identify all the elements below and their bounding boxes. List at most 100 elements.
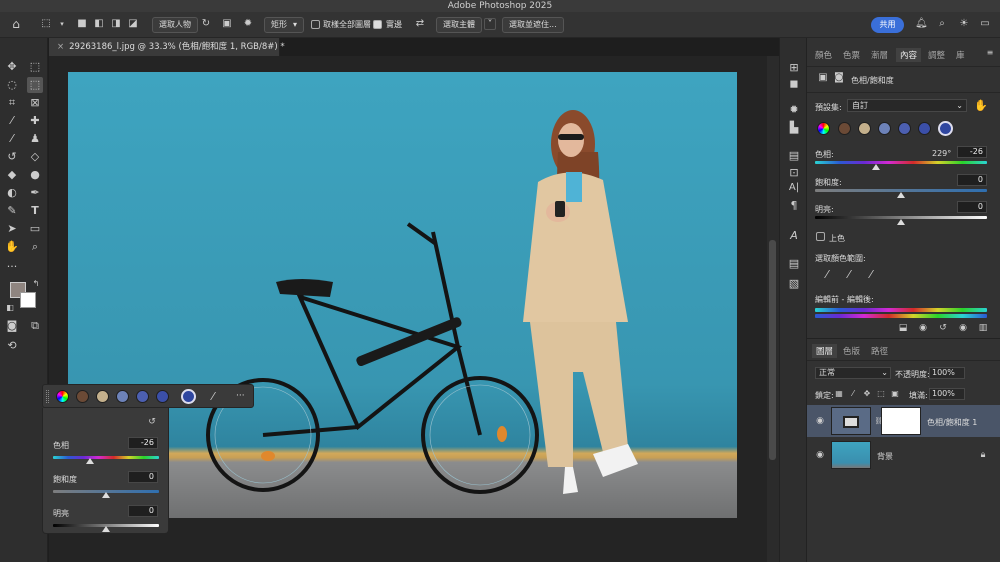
pen-tool-icon[interactable]: ✎ — [4, 203, 20, 219]
preset-swatch-selected[interactable] — [181, 389, 196, 404]
default-colors-icon[interactable]: ◧ — [2, 300, 18, 316]
float-hue-slider[interactable] — [53, 456, 159, 459]
eyedropper-icon[interactable]: ⁄ — [205, 389, 221, 405]
blend-mode-dropdown[interactable]: 正常 ⌄ — [815, 367, 891, 379]
float-light-input[interactable]: 0 — [128, 505, 158, 517]
tab-paths[interactable]: 路徑 — [871, 345, 888, 357]
lightness-thumb[interactable] — [897, 219, 905, 225]
hue-thumb[interactable] — [872, 164, 880, 170]
mask-thumbnail[interactable] — [881, 407, 921, 435]
tab-color[interactable]: 顏色 — [815, 49, 832, 61]
tab-adjustments[interactable]: 調整 — [928, 49, 945, 61]
libraries-panel-icon[interactable]: ▤ — [786, 148, 802, 164]
float-sat-thumb[interactable] — [102, 492, 110, 498]
new-selection-icon[interactable]: ■ — [76, 18, 88, 30]
preset-swatch[interactable] — [878, 122, 891, 135]
preset-swatch[interactable] — [858, 122, 871, 135]
eyedropper-icon[interactable]: ⁄ — [819, 267, 835, 283]
object-select-tool-icon[interactable]: ⬚ — [27, 77, 43, 93]
panel-menu-icon[interactable]: ≡ — [982, 45, 998, 61]
sample-all-checkbox[interactable] — [311, 20, 320, 29]
drag-handle[interactable] — [46, 390, 49, 403]
gear-icon[interactable]: ✹ — [242, 18, 254, 30]
mask-icon[interactable]: ◙ — [831, 70, 847, 86]
bell-icon[interactable]: 🔔︎ — [915, 18, 928, 30]
intersect-selection-icon[interactable]: ◪ — [127, 18, 139, 30]
preset-swatch-selected[interactable] — [938, 121, 953, 136]
preset-swatch[interactable] — [96, 390, 109, 403]
brush-tool-icon[interactable]: ⁄ — [4, 131, 20, 147]
dodge-tool-icon[interactable]: ◐ — [4, 185, 20, 201]
tab-channels[interactable]: 色版 — [843, 345, 860, 357]
hue-wheel-icon[interactable] — [817, 122, 830, 135]
refresh-icon[interactable]: ↻ — [200, 18, 212, 30]
preset-swatch[interactable] — [918, 122, 931, 135]
preset-swatch[interactable] — [116, 390, 129, 403]
saturation-input[interactable]: 0 — [957, 174, 987, 186]
path-select-icon[interactable]: ➤ — [4, 221, 20, 237]
notes-panel-icon[interactable]: ▤ — [786, 256, 802, 272]
preset-swatch[interactable] — [156, 390, 169, 403]
history-brush-icon[interactable]: ↺ — [4, 149, 20, 165]
tab-layers[interactable]: 圖層 — [812, 344, 838, 358]
healing-tool-icon[interactable]: ✚ — [27, 113, 43, 129]
paragraph-panel-icon[interactable]: ¶ — [786, 198, 802, 214]
actions-panel-icon[interactable]: ▧ — [786, 276, 802, 292]
more-tools-icon[interactable]: ··· — [4, 259, 20, 275]
quick-mask-icon[interactable]: ◙ — [4, 318, 20, 334]
lock-icon[interactable]: 🔒︎ — [975, 447, 991, 463]
tab-properties[interactable]: 內容 — [896, 48, 922, 62]
workspace-icon[interactable]: ▭ — [979, 18, 991, 30]
move-tool-icon[interactable]: ✥ — [4, 59, 20, 75]
close-icon[interactable]: × — [57, 42, 64, 52]
hue-slider[interactable] — [815, 161, 987, 164]
preset-swatch[interactable] — [898, 122, 911, 135]
subtract-selection-icon[interactable]: ◨ — [110, 18, 122, 30]
float-hue-thumb[interactable] — [86, 458, 94, 464]
chevron-down-icon[interactable]: ▾ — [56, 18, 68, 30]
add-selection-icon[interactable]: ◧ — [93, 18, 105, 30]
layer-row-hue-sat[interactable]: ◉ ⛓ 色相/飽和度 1 — [807, 405, 1000, 437]
type-tool-icon[interactable]: T — [27, 203, 43, 219]
select-and-mask-button[interactable]: 選取並遮住... — [502, 17, 564, 33]
tab-swatches[interactable]: 色票 — [843, 49, 860, 61]
colorize-checkbox[interactable] — [816, 232, 825, 241]
hue-input[interactable]: -26 — [957, 146, 987, 158]
stamp-tool-icon[interactable]: ♟ — [27, 131, 43, 147]
character-panel-icon[interactable]: A| — [786, 180, 802, 196]
screen-mode-icon[interactable]: ⧉ — [27, 318, 43, 334]
tab-gradients[interactable]: 漸層 — [871, 49, 888, 61]
hand-adjust-icon[interactable]: ✋ — [973, 98, 989, 114]
search-icon[interactable]: ⌕ — [936, 18, 948, 30]
lasso-tool-icon[interactable]: ◌ — [4, 77, 20, 93]
opacity-input[interactable]: 100% — [929, 367, 965, 379]
home-icon[interactable]: ⌂ — [10, 18, 22, 30]
view-previous-icon[interactable]: ◉ — [915, 320, 931, 336]
share-button[interactable]: 共用 — [871, 17, 904, 33]
layer-row-background[interactable]: ◉ 背景 🔒︎ — [807, 439, 1000, 471]
scrollbar-thumb[interactable] — [769, 240, 776, 460]
eyedropper-tool-icon[interactable]: ⁄ — [4, 113, 20, 129]
chevron-down-icon[interactable]: ˅ — [484, 18, 496, 30]
object-select-tool-icon[interactable]: ⬚ — [40, 18, 52, 30]
layer-name[interactable]: 背景 — [877, 451, 893, 462]
swap-colors-icon[interactable]: ↰ — [28, 276, 44, 292]
more-options-icon[interactable]: ··· — [236, 391, 245, 401]
marquee-tool-icon[interactable]: ⬚ — [27, 59, 43, 75]
trash-icon[interactable]: ▥ — [975, 320, 991, 336]
preset-swatch[interactable] — [136, 390, 149, 403]
frame-tool-icon[interactable]: ⊠ — [27, 95, 43, 111]
generative-icon[interactable]: ⟲ — [4, 338, 20, 354]
preset-dropdown[interactable]: 自訂 ⌄ — [847, 99, 967, 112]
select-subject-main-button[interactable]: 選取主體 — [436, 17, 482, 33]
layer-name[interactable]: 色相/飽和度 1 — [927, 417, 977, 428]
transfer-icon[interactable]: ⇄ — [414, 18, 426, 30]
paint-bucket-icon[interactable]: ◆ — [4, 167, 20, 183]
hue-wheel-icon[interactable] — [56, 390, 69, 403]
properties-panel-icon[interactable]: ⊡ — [786, 165, 802, 181]
float-light-thumb[interactable] — [102, 526, 110, 532]
zoom-tool-icon[interactable]: ⌕ — [27, 239, 43, 255]
lightness-input[interactable]: 0 — [957, 201, 987, 213]
reset-icon[interactable]: ↺ — [935, 320, 951, 336]
shape-dropdown[interactable]: 矩形 ▾ — [264, 17, 304, 33]
